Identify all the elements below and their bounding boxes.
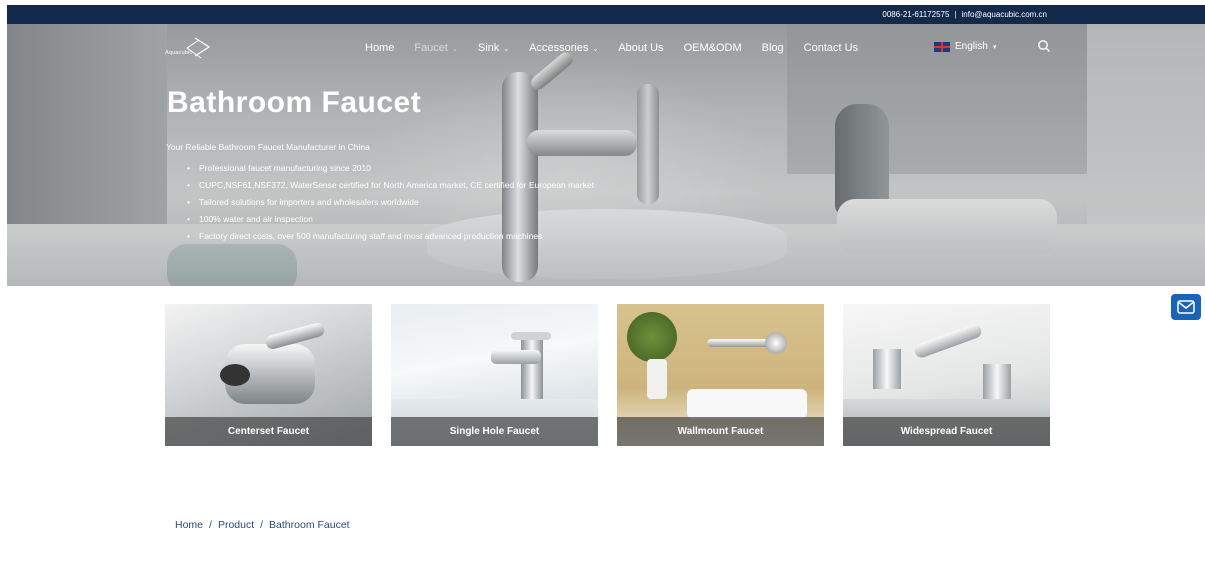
category-label: Widespread Faucet	[843, 417, 1050, 446]
search-icon	[1038, 40, 1050, 52]
category-card-widespread[interactable]: Widespread Faucet	[843, 304, 1050, 446]
list-item: 100% water and air inspection	[187, 211, 594, 228]
search-button[interactable]	[1037, 39, 1051, 53]
uk-flag-icon	[934, 41, 950, 52]
logo-text: Aquacubic	[165, 50, 193, 56]
email-link[interactable]: info@aquacubic.com.cn	[962, 10, 1048, 19]
category-card-wallmount[interactable]: Wallmount Faucet	[617, 304, 824, 446]
list-item: Tailored solutions for importers and who…	[187, 194, 594, 211]
top-contact-bar: 0086-21-61172575 | info@aquacubic.com.cn	[7, 5, 1205, 24]
nav-item-label: Faucet	[414, 42, 448, 54]
breadcrumb: Home / Product / Bathroom Faucet	[172, 519, 353, 531]
nav-item-home[interactable]: Home	[365, 42, 394, 54]
nav-item-about-us[interactable]: About Us	[618, 42, 663, 54]
nav-item-label: OEM&ODM	[683, 42, 742, 54]
nav-item-accessories[interactable]: Accessories ⌄	[529, 42, 598, 54]
breadcrumb-home[interactable]: Home	[175, 519, 203, 531]
site-logo[interactable]: Aquacubic	[165, 34, 225, 64]
nav-item-blog[interactable]: Blog	[762, 42, 784, 54]
list-item: CUPC,NSF61,NSF372, WaterSense certified …	[187, 177, 594, 194]
hero-banner: Aquacubic Home Faucet ⌄ Sink ⌄ Accessories…	[7, 24, 1205, 286]
chevron-down-icon: ⌄	[503, 46, 510, 53]
nav-item-sink[interactable]: Sink ⌄	[478, 42, 509, 54]
mail-icon	[1177, 300, 1195, 314]
nav-item-contact-us[interactable]: Contact Us	[804, 42, 858, 54]
floating-contact-button[interactable]	[1171, 294, 1201, 320]
nav-item-faucet[interactable]: Faucet ⌄	[414, 42, 458, 54]
breadcrumb-product[interactable]: Product	[218, 519, 254, 531]
chevron-down-icon: ⌄	[451, 46, 458, 53]
breadcrumb-separator: /	[209, 519, 212, 531]
nav-item-oem-odm[interactable]: OEM&ODM	[684, 42, 742, 54]
nav-item-label: Contact Us	[803, 42, 859, 54]
breadcrumb-current: Bathroom Faucet	[269, 519, 350, 531]
nav-item-label: About Us	[618, 42, 664, 54]
breadcrumb-separator: /	[260, 519, 264, 531]
category-card-centerset[interactable]: Centerset Faucet	[165, 304, 372, 446]
nav-item-label: Accessories	[529, 42, 589, 54]
category-label: Single Hole Faucet	[391, 417, 598, 446]
category-grid: Centerset Faucet Single Hole Faucet Wall…	[165, 304, 1050, 446]
page-title: Bathroom Faucet	[167, 86, 422, 119]
language-label: English	[955, 41, 988, 52]
language-selector[interactable]: English ▾	[934, 41, 996, 52]
list-item: Factory direct costs, over 500 manufactu…	[187, 228, 594, 245]
nav-item-label: Home	[365, 42, 395, 54]
chevron-down-icon: ⌄	[592, 46, 599, 53]
category-card-single-hole[interactable]: Single Hole Faucet	[391, 304, 598, 446]
nav-menu: Home Faucet ⌄ Sink ⌄ Accessories ⌄ About Us…	[365, 42, 878, 54]
nav-item-label: Sink	[477, 42, 500, 54]
hero-subtitle: Your Reliable Bathroom Faucet Manufactur…	[166, 142, 370, 152]
logo-mark-icon	[186, 37, 211, 59]
chevron-down-icon: ▾	[992, 43, 997, 51]
contact-separator: |	[954, 10, 957, 19]
category-label: Centerset Faucet	[165, 417, 372, 446]
phone-number[interactable]: 0086-21-61172575	[882, 10, 949, 19]
main-navigation: Aquacubic Home Faucet ⌄ Sink ⌄ Accessories…	[7, 24, 1205, 74]
hero-bullet-list: Professional faucet manufacturing since …	[187, 160, 594, 245]
nav-item-label: Blog	[761, 42, 784, 54]
category-label: Wallmount Faucet	[617, 417, 824, 446]
list-item: Professional faucet manufacturing since …	[187, 160, 594, 177]
